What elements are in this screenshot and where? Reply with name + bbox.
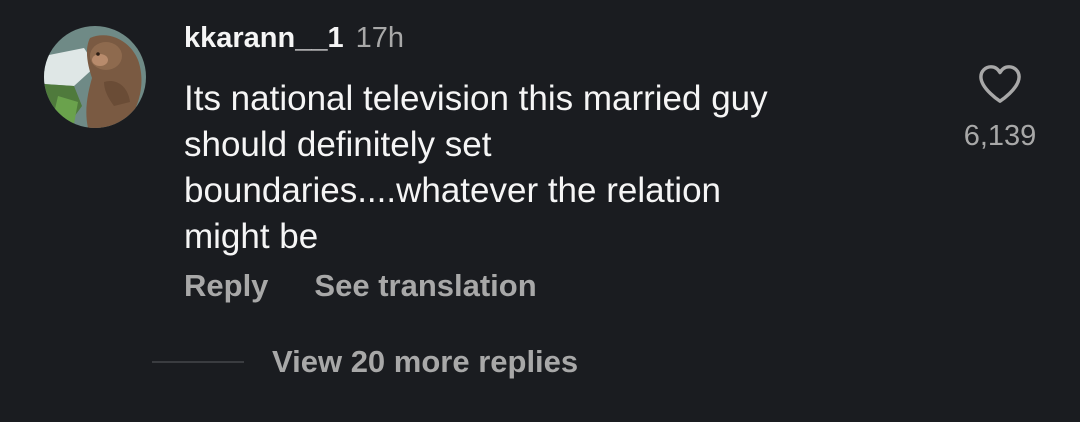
timestamp: 17h — [355, 22, 405, 54]
username[interactable]: kkarann__1 — [184, 22, 344, 55]
heart-icon-graphic — [979, 65, 1021, 103]
heart-outline-icon[interactable] — [976, 62, 1024, 106]
like-group: 6,139 — [950, 62, 1050, 153]
comment-text-line: boundaries....whatever the relation — [184, 171, 721, 210]
comment-text-line: should definitely set — [184, 125, 492, 164]
avatar[interactable] — [44, 26, 146, 128]
comment-header: kkarann__1 17h — [184, 22, 404, 62]
view-more-replies-button[interactable]: View 20 more replies — [272, 344, 578, 380]
replies-divider — [152, 361, 244, 363]
comment-text-line: Its national television this married guy — [184, 79, 768, 118]
comment-actions: Reply See translation — [184, 268, 537, 304]
reply-button[interactable]: Reply — [184, 268, 268, 304]
view-replies-row[interactable]: View 20 more replies — [152, 344, 578, 380]
comment-text-line: might be — [184, 217, 319, 256]
like-count: 6,139 — [963, 120, 1037, 152]
avatar-image — [44, 26, 146, 128]
comment-text: Its national television this married guy… — [184, 76, 904, 260]
see-translation-button[interactable]: See translation — [314, 268, 536, 304]
